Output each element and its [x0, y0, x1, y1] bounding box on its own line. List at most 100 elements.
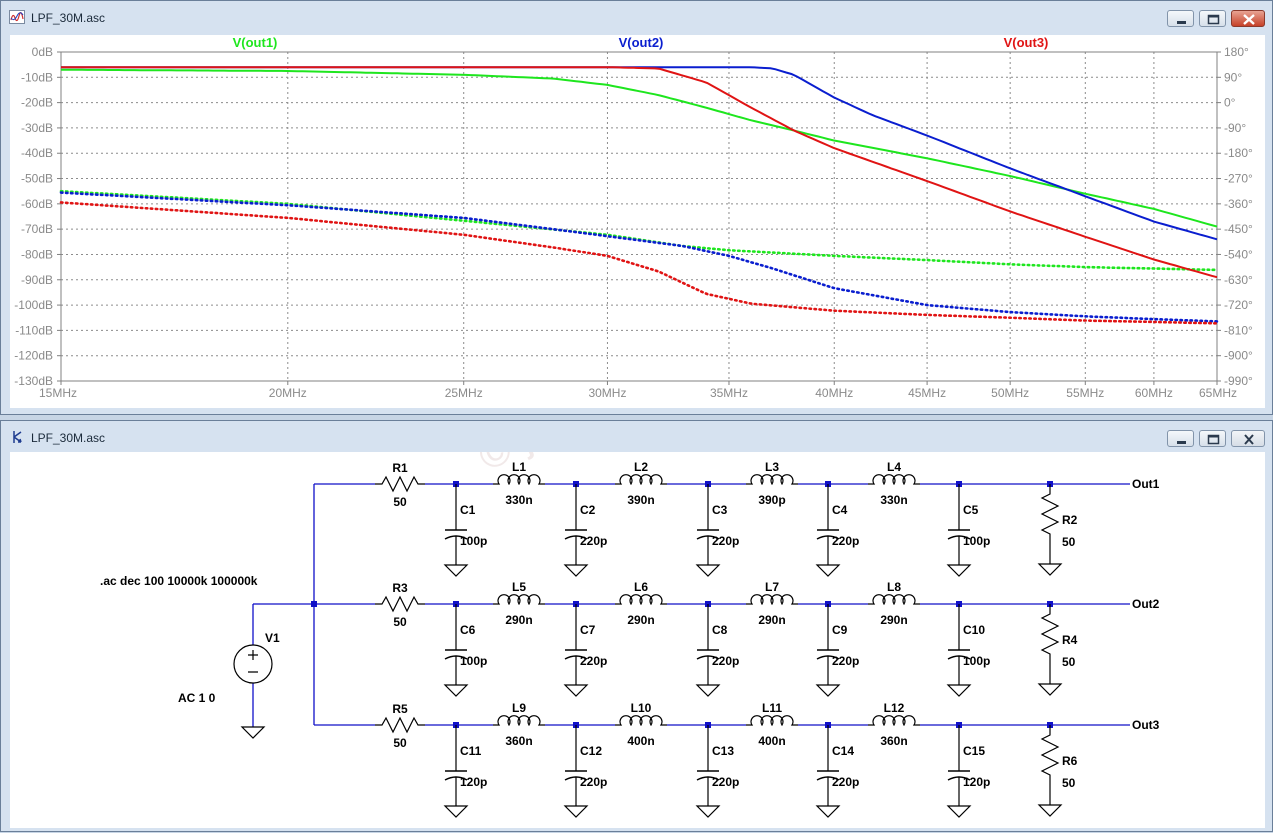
y-tick-label-left: -50dB — [21, 172, 53, 186]
load-resistor-ref: R6 — [1062, 754, 1078, 768]
load-resistor-ref: R2 — [1062, 513, 1078, 527]
ground-symbol — [695, 805, 721, 818]
y-tick-label-left: -60dB — [21, 197, 53, 211]
inductor-value: 290n — [505, 613, 532, 627]
inductor-symbol — [493, 594, 545, 606]
inductor-symbol — [615, 715, 667, 727]
inductor-symbol — [868, 715, 920, 727]
y-tick-label-right: 180° — [1224, 45, 1249, 59]
inductor-value: 290n — [758, 613, 785, 627]
inductor-symbol — [868, 474, 920, 486]
inductor-value: 360n — [505, 734, 532, 748]
ground-symbol — [1037, 683, 1063, 696]
legend-vout1: V(out1) — [233, 35, 278, 50]
capacitor-value: 100p — [963, 534, 990, 548]
load-resistor-symbol — [1040, 604, 1060, 664]
schematic-minimize-button[interactable] — [1167, 430, 1194, 447]
load-resistor-symbol — [1040, 725, 1060, 785]
bode-plot[interactable]: 0dB -10dB -20dB -30dB -40dB -50dB -60dB -70dB -8… — [10, 35, 1265, 408]
x-tick-label: 40MHz — [815, 386, 853, 400]
schematic-titlebar[interactable]: LPF_30M.asc — [1, 421, 1272, 455]
inductor-ref: L2 — [634, 460, 648, 474]
waveform-titlebar[interactable]: LPF_30M.asc — [1, 1, 1272, 35]
resistor-ref: R5 — [392, 702, 408, 716]
inductor-value: 360n — [880, 734, 907, 748]
maximize-button[interactable] — [1199, 10, 1226, 27]
schematic-close-button[interactable] — [1231, 430, 1265, 447]
resistor-ref: R3 — [392, 581, 408, 595]
schematic-pane[interactable]: R1 50 L1 330n L2 390n L3 390p L4 330n C1 100p C2 220p… — [10, 324, 1265, 828]
capacitor-value: 100p — [460, 654, 487, 668]
waveform-pane[interactable]: 0dB -10dB -20dB -30dB -40dB -50dB -60dB -70dB -8… — [10, 35, 1265, 408]
inductor-value: 290n — [627, 613, 654, 627]
capacitor-value: 220p — [712, 775, 739, 789]
y-tick-label-right: -270° — [1224, 172, 1253, 186]
close-button[interactable] — [1231, 10, 1265, 27]
phase-curve-vout1 — [59, 189, 1219, 272]
schematic-canvas[interactable]: R150L1330nL2390nL3390pL4330nC1100pC2220p… — [10, 324, 1265, 828]
x-tick-label: 50MHz — [991, 386, 1029, 400]
x-tick-label: 35MHz — [710, 386, 748, 400]
capacitor-value: 100p — [963, 654, 990, 668]
ground-symbol — [1037, 804, 1063, 817]
y-tick-label-right: -540° — [1224, 247, 1253, 261]
inductor-symbol — [746, 594, 798, 606]
output-label: Out3 — [1132, 718, 1160, 732]
y-tick-label-right: -720° — [1224, 298, 1253, 312]
ground-symbol — [443, 684, 469, 697]
inductor-symbol — [746, 715, 798, 727]
capacitor-ref: C3 — [712, 503, 728, 517]
y-tick-label-left: -70dB — [21, 222, 53, 236]
inductor-value: 330n — [505, 493, 532, 507]
inductor-value: 330n — [880, 493, 907, 507]
schematic-window-icon — [13, 431, 22, 443]
inductor-symbol — [493, 474, 545, 486]
load-resistor-value: 50 — [1062, 776, 1076, 790]
schematic-window-title: LPF_30M.asc — [31, 431, 106, 445]
inductor-symbol — [746, 474, 798, 486]
plot-frame — [60, 51, 1218, 382]
x-tick-label: 25MHz — [445, 386, 483, 400]
capacitor-value: 220p — [580, 534, 607, 548]
inductor-value: 390p — [758, 493, 785, 507]
resistor-symbol — [375, 595, 425, 613]
source-ref: V1 — [265, 631, 280, 645]
minimize-button[interactable] — [1167, 10, 1194, 27]
source-value: AC 1 0 — [178, 691, 216, 705]
capacitor-ref: C11 — [460, 744, 482, 758]
y-tick-label-left: -110dB — [15, 323, 53, 337]
x-tick-label: 20MHz — [269, 386, 307, 400]
voltage-source-polarity — [248, 650, 258, 673]
ground-symbol — [815, 805, 841, 818]
ground-symbol — [1037, 563, 1063, 576]
inductor-ref: L12 — [884, 701, 905, 715]
y-tick-label-right: -450° — [1224, 222, 1253, 236]
y-tick-label-left: -100dB — [14, 298, 53, 312]
y-tick-label-right: -90° — [1224, 121, 1246, 135]
ground-symbol — [815, 684, 841, 697]
ground-symbol — [946, 564, 972, 577]
y-tick-label-left: -90dB — [21, 273, 53, 287]
ground-symbol — [695, 564, 721, 577]
x-tick-label: 55MHz — [1066, 386, 1104, 400]
capacitor-ref: C12 — [580, 744, 602, 758]
y-tick-label-right: 0° — [1224, 96, 1236, 110]
x-tick-label: 45MHz — [908, 386, 946, 400]
magnitude-curve-vout1 — [61, 68, 1218, 228]
y-tick-label-left: -120dB — [14, 349, 53, 363]
inductor-ref: L9 — [512, 701, 526, 715]
spice-directive: .ac dec 100 10000k 100000k — [100, 574, 258, 588]
schematic-maximize-button[interactable] — [1199, 430, 1226, 447]
capacitor-value: 220p — [712, 654, 739, 668]
inductor-value: 290n — [880, 613, 907, 627]
phase-curve-vout2 — [59, 191, 1219, 323]
load-resistor-ref: R4 — [1062, 633, 1078, 647]
resistor-value: 50 — [393, 736, 407, 750]
ground-symbol — [443, 564, 469, 577]
inductor-ref: L10 — [631, 701, 652, 715]
capacitor-ref: C4 — [832, 503, 848, 517]
y-tick-label-left: -10dB — [21, 70, 53, 84]
load-resistor-value: 50 — [1062, 535, 1076, 549]
capacitor-ref: C14 — [832, 744, 854, 758]
close-icon — [1244, 434, 1254, 445]
